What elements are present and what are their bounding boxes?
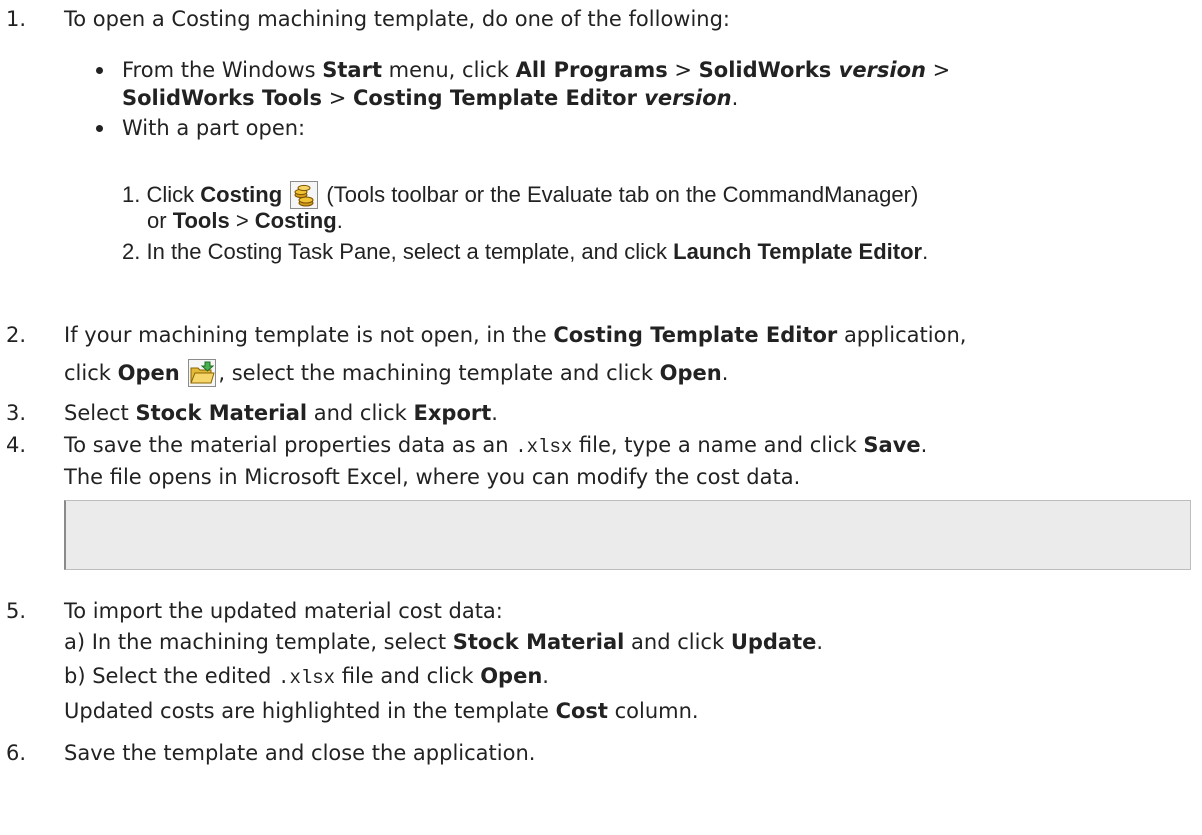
bullet-part-open: With a part open:: [122, 116, 306, 140]
substep-2: 2. In the Costing Task Pane, select a te…: [122, 239, 929, 264]
bullet-start-menu-line1: From the Windows Start menu, click All P…: [122, 58, 951, 82]
substep-1-line2: or Tools > Costing.: [147, 208, 343, 233]
step-4-line1: To save the material properties data as …: [64, 433, 928, 458]
step-4-number: 4.: [6, 433, 27, 457]
step-5-a: a) In the machining template, select Sto…: [64, 630, 824, 654]
bullet-dot: [96, 67, 103, 74]
note-box: [64, 500, 1191, 570]
bullet-dot: [96, 125, 103, 132]
step-3-text: Select Stock Material and click Export.: [64, 401, 498, 425]
step-6-text: Save the template and close the applicat…: [64, 741, 536, 765]
open-folder-icon: [188, 359, 217, 387]
substep-1: 1. Click Costing (Tools toolbar or the E…: [122, 181, 919, 209]
step-2-number: 2.: [6, 323, 27, 347]
step-5-text: To import the updated material cost data…: [64, 599, 503, 623]
bullet-start-menu-line2: SolidWorks Tools > Costing Template Edit…: [122, 86, 739, 110]
step-1-number: 1.: [6, 7, 27, 31]
coins-icon: [290, 181, 319, 209]
step-6-number: 6.: [6, 741, 27, 765]
step-1-text: To open a Costing machining template, do…: [64, 7, 731, 31]
step-5-number: 5.: [6, 599, 27, 623]
step-2-line2: click Open , select the machining templa…: [64, 359, 729, 387]
step-3-number: 3.: [6, 401, 27, 425]
step-4-line2: The file opens in Microsoft Excel, where…: [64, 465, 801, 489]
step-5-c: Updated costs are highlighted in the tem…: [64, 699, 699, 723]
step-2-line1: If your machining template is not open, …: [64, 323, 967, 347]
step-5-b: b) Select the edited .xlsx file and clic…: [64, 664, 549, 689]
